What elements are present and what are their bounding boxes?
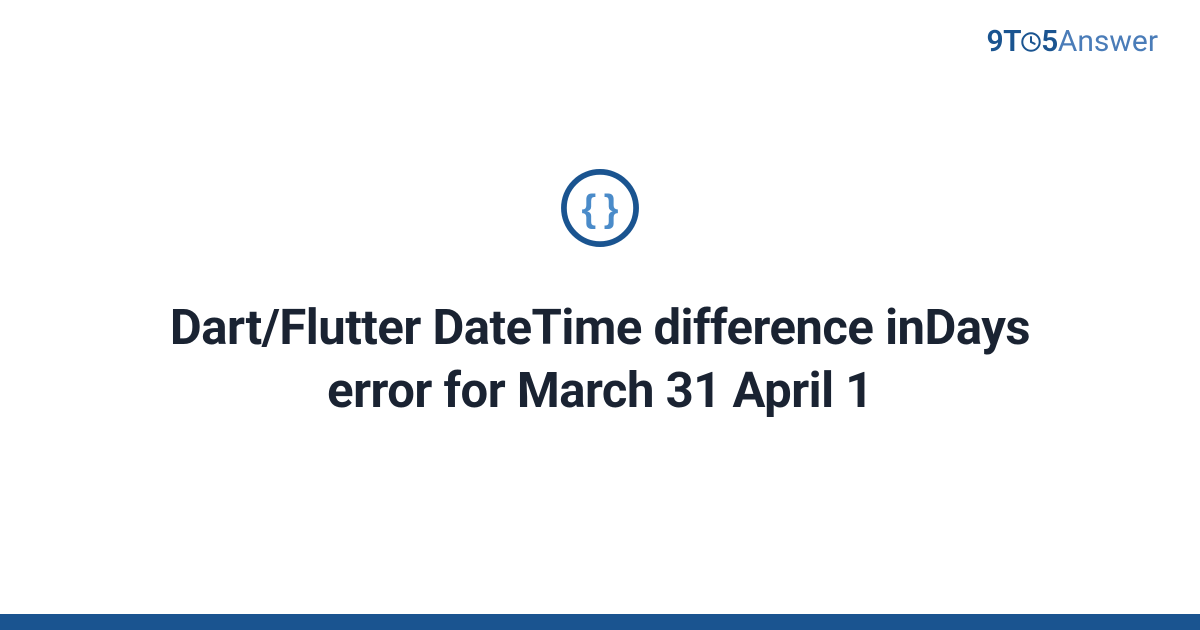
bottom-accent-bar <box>0 614 1200 630</box>
code-braces-icon: { } <box>559 167 641 249</box>
main-content: { } Dart/Flutter DateTime difference inD… <box>0 0 1200 630</box>
svg-text:{ }: { } <box>582 187 619 229</box>
page-title: Dart/Flutter DateTime difference inDays … <box>120 297 1080 422</box>
